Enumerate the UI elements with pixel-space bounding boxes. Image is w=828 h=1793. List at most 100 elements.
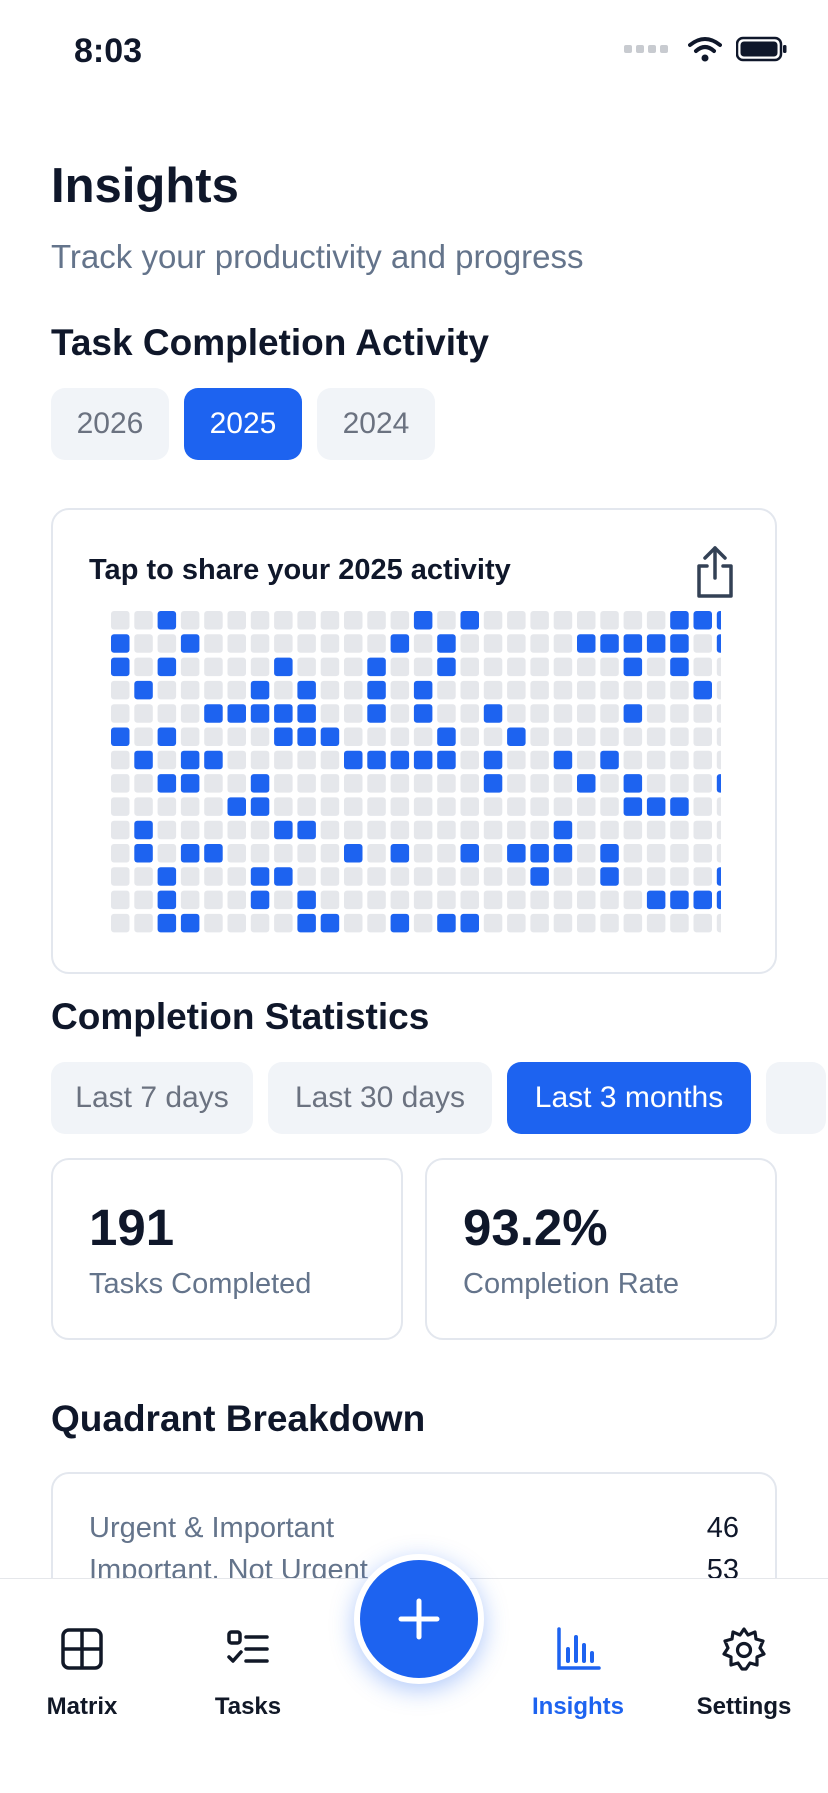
activity-cell-empty xyxy=(297,657,316,677)
activity-cell-completed xyxy=(716,890,721,910)
activity-cell-empty xyxy=(553,867,573,886)
activity-cell-empty xyxy=(134,867,153,886)
activity-cell-completed xyxy=(483,774,503,793)
activity-cell-completed xyxy=(413,680,433,700)
activity-cell-empty xyxy=(180,611,200,630)
activity-cell-completed xyxy=(390,844,410,863)
activity-cell-empty xyxy=(623,867,643,886)
activity-cell-empty xyxy=(250,727,270,746)
activity-cell-completed xyxy=(413,750,433,770)
activity-cell-empty xyxy=(413,913,433,933)
tab-label: Settings xyxy=(696,1693,792,1720)
activity-cell-empty xyxy=(344,913,363,933)
activity-cell-empty xyxy=(670,774,689,793)
activity-cell-empty xyxy=(157,844,177,863)
activity-cell-empty xyxy=(693,727,712,746)
year-selector: 2026 2025 2024 xyxy=(51,388,435,460)
activity-cell-empty xyxy=(204,913,223,933)
add-task-button[interactable] xyxy=(354,1554,484,1684)
activity-cell-empty xyxy=(344,890,363,910)
activity-cell-empty xyxy=(250,820,270,840)
activity-cell-empty xyxy=(390,867,410,886)
activity-cell-empty xyxy=(320,774,340,793)
activity-cell-empty xyxy=(716,750,721,770)
year-pill-2025[interactable]: 2025 xyxy=(184,388,302,460)
activity-cell-empty xyxy=(157,680,177,700)
activity-cell-completed xyxy=(670,890,689,910)
activity-cell-completed xyxy=(134,750,153,770)
activity-cell-completed xyxy=(623,634,643,653)
activity-cell-empty xyxy=(320,750,340,770)
activity-cell-empty xyxy=(180,704,200,723)
activity-cell-empty xyxy=(577,844,596,863)
activity-cell-empty xyxy=(227,774,246,793)
activity-cell-completed xyxy=(250,890,270,910)
activity-cell-empty xyxy=(204,867,223,886)
activity-cell-completed xyxy=(437,750,456,770)
activity-cell-empty xyxy=(646,657,666,677)
activity-cell-empty xyxy=(670,727,689,746)
share-icon[interactable] xyxy=(691,544,739,600)
tab-settings[interactable]: Settings xyxy=(674,1579,814,1793)
activity-cell-empty xyxy=(507,774,526,793)
activity-cell-empty xyxy=(623,727,643,746)
activity-cell-completed xyxy=(390,634,410,653)
activity-cell-empty xyxy=(204,727,223,746)
period-pill-30-days[interactable]: Last 30 days xyxy=(268,1062,492,1134)
activity-cell-empty xyxy=(390,704,410,723)
activity-cell-empty xyxy=(483,867,503,886)
activity-cell-empty xyxy=(646,913,666,933)
activity-cell-empty xyxy=(716,727,721,746)
activity-cell-completed xyxy=(716,774,721,793)
tab-matrix[interactable]: Matrix xyxy=(12,1579,152,1793)
activity-cell-empty xyxy=(180,797,200,816)
activity-cell-completed xyxy=(320,727,340,746)
tab-insights[interactable]: Insights xyxy=(508,1579,648,1793)
activity-cell-completed xyxy=(204,704,223,723)
activity-cell-empty xyxy=(507,797,526,816)
period-pill-partial[interactable] xyxy=(766,1062,826,1134)
year-pill-2026[interactable]: 2026 xyxy=(51,388,169,460)
activity-cell-empty xyxy=(367,844,386,863)
activity-cell-completed xyxy=(623,704,643,723)
activity-cell-empty xyxy=(437,797,456,816)
activity-cell-completed xyxy=(413,704,433,723)
period-pill-7-days[interactable]: Last 7 days xyxy=(51,1062,253,1134)
activity-cell-completed xyxy=(623,657,643,677)
activity-cell-empty xyxy=(274,611,293,630)
page-title: Insights xyxy=(51,159,239,213)
activity-cell-empty xyxy=(483,820,503,840)
activity-cell-empty xyxy=(483,727,503,746)
activity-cell-empty xyxy=(646,704,666,723)
year-pill-2024[interactable]: 2024 xyxy=(317,388,435,460)
activity-cell-empty xyxy=(274,634,293,653)
activity-cell-empty xyxy=(367,797,386,816)
activity-cell-empty xyxy=(623,913,643,933)
period-pill-3-months[interactable]: Last 3 months xyxy=(507,1062,751,1134)
tab-tasks[interactable]: Tasks xyxy=(178,1579,318,1793)
status-icons xyxy=(624,36,788,62)
activity-cell-empty xyxy=(204,774,223,793)
activity-cell-empty xyxy=(670,680,689,700)
activity-cell-empty xyxy=(716,657,721,677)
activity-cell-empty xyxy=(367,820,386,840)
activity-cell-empty xyxy=(530,611,549,630)
activity-card[interactable]: Tap to share your 2025 activity xyxy=(51,508,777,974)
activity-cell-empty xyxy=(646,680,666,700)
activity-cell-completed xyxy=(250,680,270,700)
activity-cell-empty xyxy=(320,867,340,886)
activity-cell-empty xyxy=(437,611,456,630)
activity-cell-empty xyxy=(670,867,689,886)
activity-cell-empty xyxy=(134,774,153,793)
activity-cell-empty xyxy=(600,913,619,933)
activity-cell-empty xyxy=(577,704,596,723)
period-selector: Last 7 days Last 30 days Last 3 months xyxy=(51,1062,828,1134)
activity-cell-empty xyxy=(577,797,596,816)
activity-cell-completed xyxy=(111,657,130,677)
activity-cell-empty xyxy=(553,611,573,630)
activity-cell-empty xyxy=(320,704,340,723)
activity-cell-empty xyxy=(577,750,596,770)
activity-cell-completed xyxy=(297,680,316,700)
statistics-section-title: Completion Statistics xyxy=(51,996,430,1037)
activity-cell-completed xyxy=(693,890,712,910)
